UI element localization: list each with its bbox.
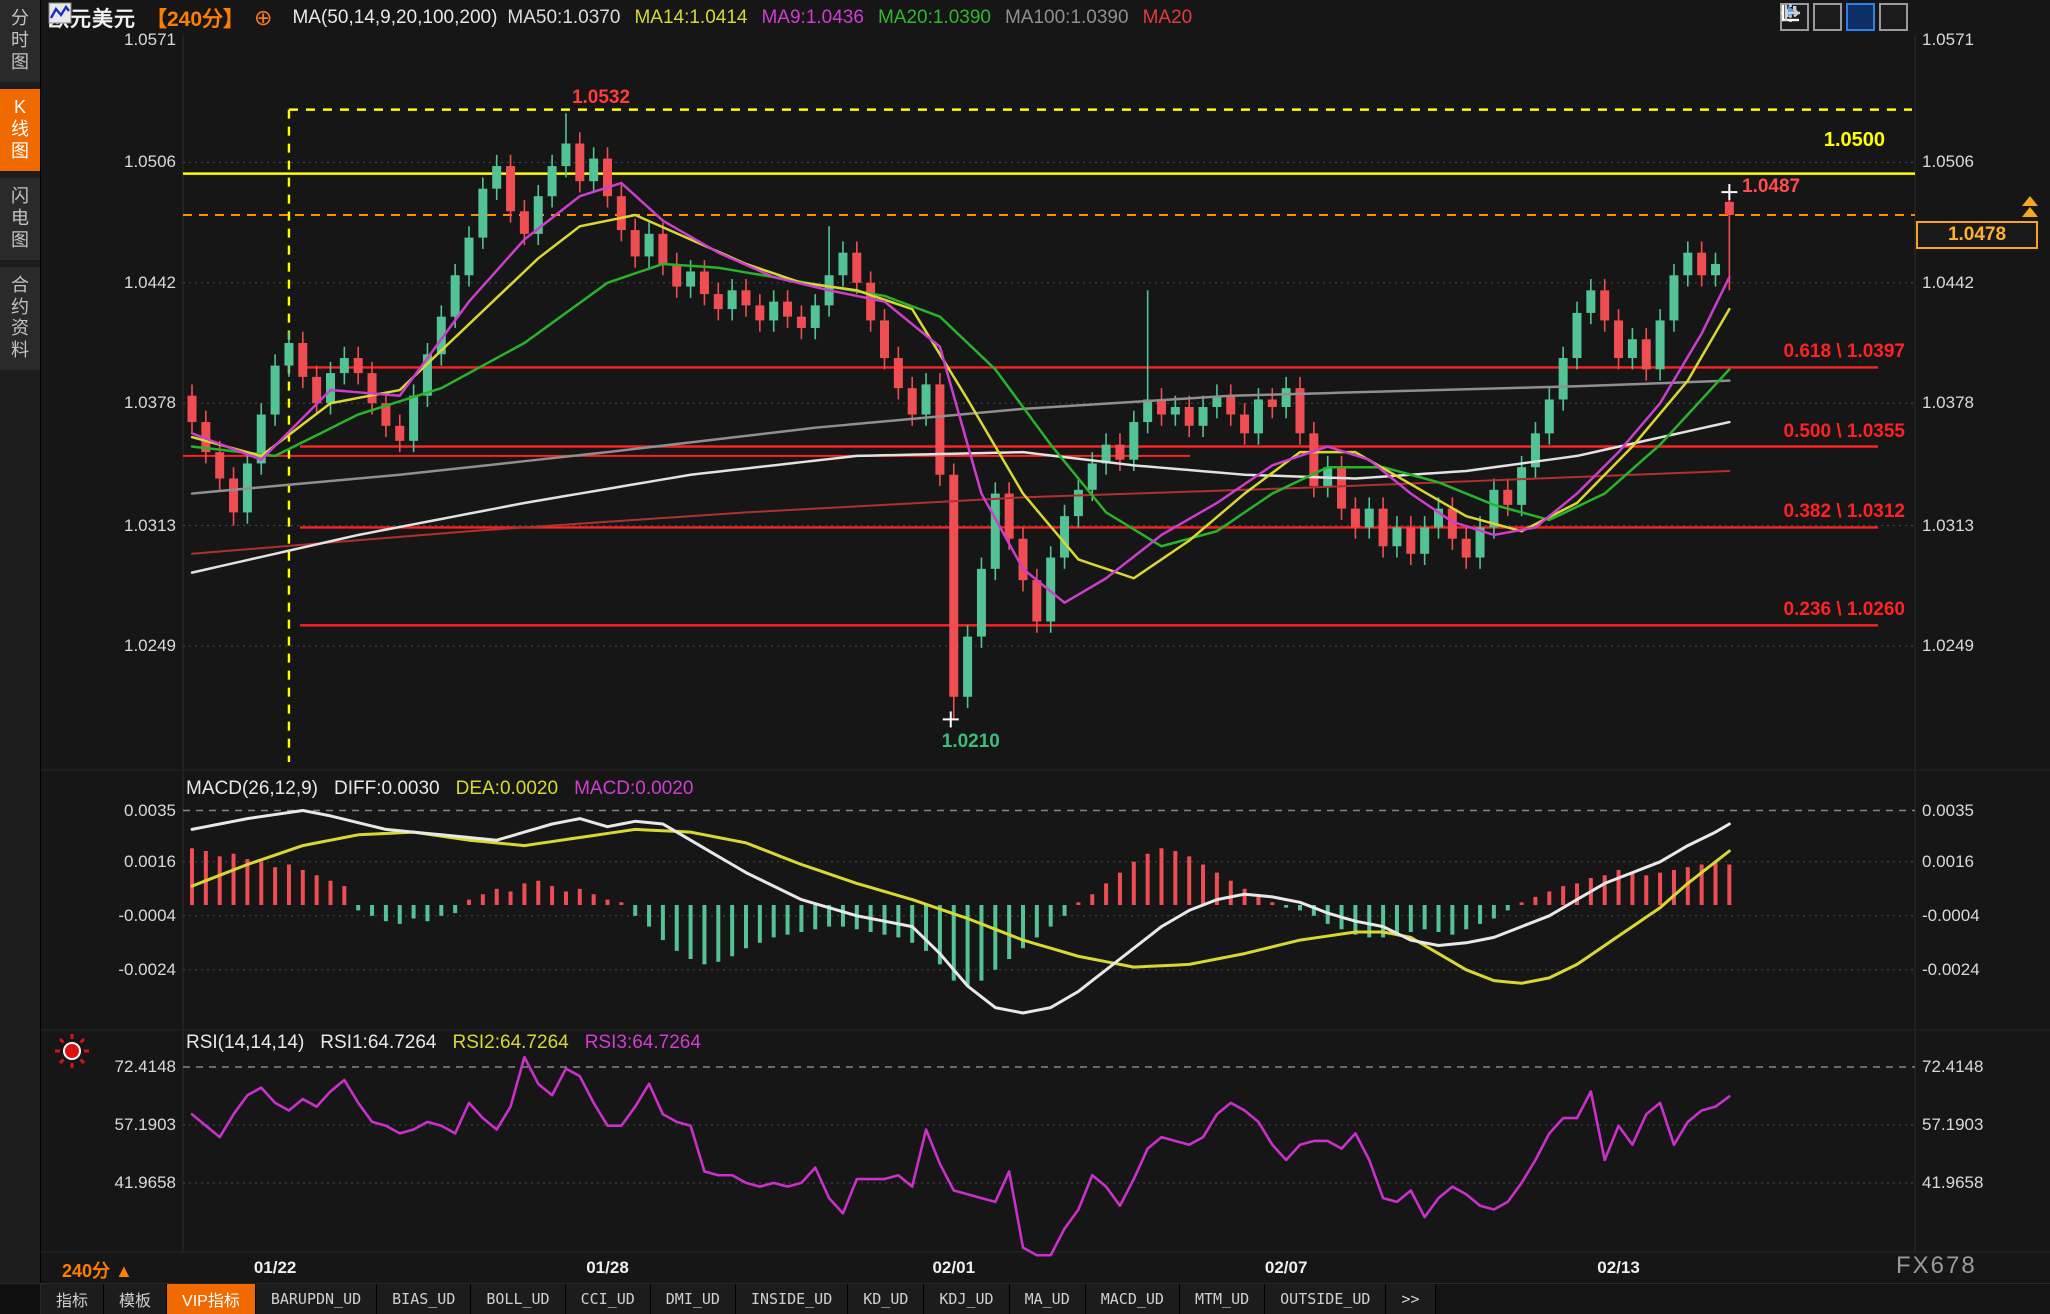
macd-header: MACD(26,12,9) DIFF:0.0030 DEA:0.0020 MACD:0… <box>186 778 725 800</box>
fib-level-label: 0.618 \ 1.0397 <box>1784 341 1906 363</box>
macd-axis-label: -0.0004 <box>86 906 176 926</box>
fib-level-label: 0.236 \ 1.0260 <box>1784 599 1906 621</box>
main-price-panel <box>183 110 2038 762</box>
watermark: FX678 <box>1896 1252 1977 1280</box>
toolbar-tab-MTM_UD[interactable]: MTM_UD <box>1180 1284 1265 1314</box>
toolbar-tab-VIP指标[interactable]: VIP指标 <box>167 1284 256 1314</box>
sidebar-tab-分时图[interactable]: 分时图 <box>0 0 40 82</box>
toolbar-tab-BARUPDN_UD[interactable]: BARUPDN_UD <box>256 1284 377 1314</box>
rsi-header: RSI(14,14,14) RSI1:64.7264 RSI2:64.7264 RSI… <box>186 1032 733 1054</box>
toolbar-tab-模板[interactable]: 模板 <box>104 1284 167 1314</box>
price-axis-label: 1.0378 <box>1922 393 1974 413</box>
macd-axis-label: -0.0004 <box>1922 906 1980 926</box>
rsi-readout: RSI2:64.7264 <box>453 1032 569 1053</box>
macd-axis-label: -0.0024 <box>1922 960 1980 980</box>
toolbar-tab-MACD_UD[interactable]: MACD_UD <box>1086 1284 1180 1314</box>
rsi-readout: RSI1:64.7264 <box>320 1032 436 1053</box>
price-axis-label: 1.0249 <box>86 636 176 656</box>
ma-readout: MA20:1.0390 <box>878 7 991 28</box>
macd-title: MACD(26,12,9) <box>186 778 318 799</box>
ma-readout: MA50:1.0370 <box>507 7 620 28</box>
price-axis-label: 1.0442 <box>86 273 176 293</box>
toolbar-tab-OUTSIDE_UD[interactable]: OUTSIDE_UD <box>1265 1284 1386 1314</box>
rsi-axis-label: 41.9658 <box>1922 1173 1983 1193</box>
price-axis-label: 1.0313 <box>86 516 176 536</box>
price-axis-label: 1.0506 <box>1922 152 1974 172</box>
rsi-title: RSI(14,14,14) <box>186 1032 304 1053</box>
macd-axis-label: 0.0016 <box>1922 852 1974 872</box>
sidebar-tab-K线图[interactable]: K线图 <box>0 89 40 171</box>
rsi-axis-label: 72.4148 <box>86 1057 176 1077</box>
macd-readout: DIFF:0.0030 <box>334 778 440 799</box>
toolbar-tab-BOLL_UD[interactable]: BOLL_UD <box>471 1284 565 1314</box>
rsi-readout: RSI3:64.7264 <box>585 1032 701 1053</box>
axis-candles-icon[interactable] <box>1813 3 1842 31</box>
price-up-arrow-icon <box>2022 196 2038 217</box>
sidebar-tab-合约资料[interactable]: 合约资料 <box>0 267 40 371</box>
toolbar-corner <box>0 1284 41 1314</box>
macd-axis-label: 0.0035 <box>86 801 176 821</box>
toolbar-tab-BIAS_UD[interactable]: BIAS_UD <box>377 1284 471 1314</box>
chart-header: 欧元美元 【240分】 ⊕ MA(50,14,9,20,100,200) MA5… <box>48 2 1206 34</box>
chart-toolbar-icons <box>1780 3 1908 31</box>
trading-app-window: 分时图 K线图闪电图合约资料 欧元美元 【240分】 ⊕ MA(50,14,9,2… <box>0 0 2050 1314</box>
macd-panel <box>183 811 1915 1014</box>
indicator-toolbar: 指标模板VIP指标BARUPDN_UDBIAS_UDBOLL_UDCCI_UDD… <box>0 1283 2050 1314</box>
date-label: 02/07 <box>1265 1258 1308 1278</box>
rsi-axis-label: 41.9658 <box>86 1173 176 1193</box>
price-axis-label: 1.0442 <box>1922 273 1974 293</box>
price-axis-label: 1.0378 <box>86 393 176 413</box>
macd-axis-label: 0.0035 <box>1922 801 1974 821</box>
macd-axis-label: -0.0024 <box>86 960 176 980</box>
ma-readout: MA100:1.0390 <box>1005 7 1129 28</box>
macd-readout: MACD:0.0020 <box>574 778 693 799</box>
current-price-box: 1.0478 <box>1916 221 2038 249</box>
price-axis-label: 1.0571 <box>1922 30 1974 50</box>
fib-level-label: 0.382 \ 1.0312 <box>1784 501 1906 523</box>
toolbar-tab->>[interactable]: >> <box>1386 1284 1435 1314</box>
toolbar-tab-CCI_UD[interactable]: CCI_UD <box>566 1284 651 1314</box>
high-price-annotation: 1.0532 <box>572 87 630 109</box>
interval-selector[interactable]: 240分 ▲ <box>62 1257 133 1283</box>
date-label: 01/28 <box>586 1258 629 1278</box>
yellow-level-label: 1.0500 <box>1824 129 1885 152</box>
left-sidebar: 分时图 K线图闪电图合约资料 <box>0 0 41 1314</box>
sidebar-tab-闪电图[interactable]: 闪电图 <box>0 178 40 260</box>
axis-flag-icon[interactable] <box>1846 3 1875 31</box>
recent-high-annotation: 1.0487 <box>1742 176 1800 198</box>
toolbar-tab-KD_UD[interactable]: KD_UD <box>848 1284 924 1314</box>
date-label: 02/13 <box>1597 1258 1640 1278</box>
toolbar-tab-MA_UD[interactable]: MA_UD <box>1010 1284 1086 1314</box>
price-axis-label: 1.0249 <box>1922 636 1974 656</box>
low-price-annotation: 1.0210 <box>942 731 1000 753</box>
date-label: 02/01 <box>932 1258 975 1278</box>
fib-level-label: 0.500 \ 1.0355 <box>1784 421 1906 443</box>
rsi-axis-label: 72.4148 <box>1922 1057 1983 1077</box>
ma-readout: MA20 <box>1143 7 1193 28</box>
toolbar-tab-INSIDE_UD[interactable]: INSIDE_UD <box>736 1284 848 1314</box>
ma-readout: MA14:1.0414 <box>634 7 747 28</box>
ma-readouts: MA50:1.0370 MA14:1.0414 MA9:1.0436 MA20:1.0… <box>507 7 1206 29</box>
ma-readout: MA9:1.0436 <box>761 7 863 28</box>
price-axis-label: 1.0313 <box>1922 516 1974 536</box>
date-label: 01/22 <box>254 1258 297 1278</box>
rsi-axis-label: 57.1903 <box>86 1115 176 1135</box>
toolbar-tab-KDJ_UD[interactable]: KDJ_UD <box>924 1284 1009 1314</box>
toolbar-tab-指标[interactable]: 指标 <box>41 1284 104 1314</box>
macd-readout: DEA:0.0020 <box>456 778 558 799</box>
settings-icon[interactable]: ⊕ <box>254 7 272 29</box>
price-axis-label: 1.0506 <box>86 152 176 172</box>
ma-settings-label: MA(50,14,9,20,100,200) <box>292 7 497 29</box>
macd-axis-label: 0.0016 <box>86 852 176 872</box>
period-label[interactable]: 【240分】 <box>146 3 244 33</box>
toolbar-tab-DMI_UD[interactable]: DMI_UD <box>651 1284 736 1314</box>
rsi-panel <box>183 1057 1915 1255</box>
axis-pointer-icon[interactable] <box>1879 3 1908 31</box>
rsi-axis-label: 57.1903 <box>1922 1115 1983 1135</box>
